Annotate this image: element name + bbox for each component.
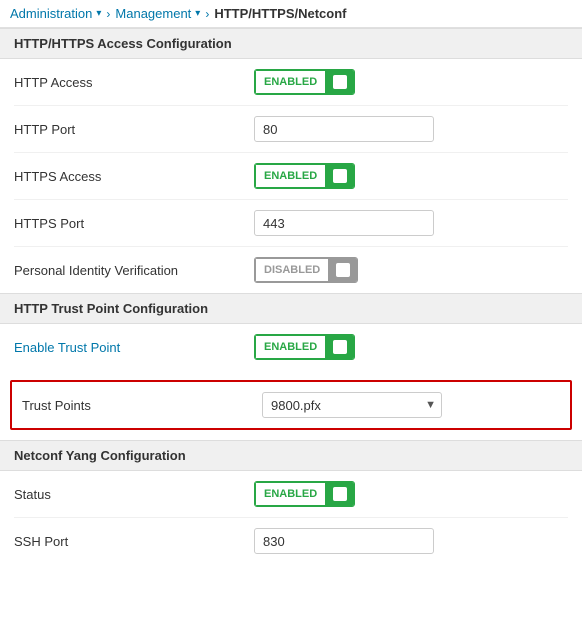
row-http-port: HTTP Port xyxy=(14,106,568,153)
toggle-status-switch[interactable] xyxy=(326,482,354,506)
toggle-status[interactable]: ENABLED xyxy=(254,481,355,507)
breadcrumb-admin-label: Administration xyxy=(10,6,92,21)
section-http-https-header: HTTP/HTTPS Access Configuration xyxy=(0,28,582,59)
row-https-port: HTTPS Port xyxy=(14,200,568,247)
input-ssh-port[interactable] xyxy=(254,528,434,554)
label-ssh-port: SSH Port xyxy=(14,534,254,549)
row-trust-points: Trust Points 9800.pfx ▼ xyxy=(10,380,572,430)
main-content: HTTP/HTTPS Access Configuration HTTP Acc… xyxy=(0,28,582,564)
breadcrumb: Administration ▾ › Management ▾ › HTTP/H… xyxy=(0,0,582,28)
toggle-http-access-inner xyxy=(333,75,347,89)
label-piv: Personal Identity Verification xyxy=(14,263,254,278)
control-status: ENABLED xyxy=(254,481,568,507)
toggle-http-access-switch[interactable] xyxy=(326,70,354,94)
label-http-access: HTTP Access xyxy=(14,75,254,90)
section-netconf-body: Status ENABLED SSH Port xyxy=(0,471,582,564)
toggle-http-access-label: ENABLED xyxy=(255,70,326,94)
section-trust-point-header: HTTP Trust Point Configuration xyxy=(0,293,582,324)
toggle-piv-inner xyxy=(336,263,350,277)
row-http-access: HTTP Access ENABLED xyxy=(14,59,568,106)
breadcrumb-management[interactable]: Management ▾ xyxy=(115,6,200,21)
toggle-enable-trust-point[interactable]: ENABLED xyxy=(254,334,355,360)
row-enable-trust-point: Enable Trust Point ENABLED xyxy=(14,324,568,370)
label-https-access: HTTPS Access xyxy=(14,169,254,184)
trust-points-container: Trust Points 9800.pfx ▼ xyxy=(0,370,582,440)
input-http-port[interactable] xyxy=(254,116,434,142)
control-trust-points: 9800.pfx ▼ xyxy=(262,392,560,418)
breadcrumb-sep-2: › xyxy=(205,7,209,21)
breadcrumb-management-label: Management xyxy=(115,6,191,21)
toggle-enable-trust-point-switch[interactable] xyxy=(326,335,354,359)
breadcrumb-admin-arrow: ▾ xyxy=(96,8,101,19)
label-trust-points: Trust Points xyxy=(22,398,262,413)
toggle-https-access-label: ENABLED xyxy=(255,164,326,188)
select-trust-points-wrapper: 9800.pfx ▼ xyxy=(262,392,442,418)
section-trust-point-body: Enable Trust Point ENABLED xyxy=(0,324,582,370)
breadcrumb-sep-1: › xyxy=(106,7,110,21)
toggle-enable-trust-point-inner xyxy=(333,340,347,354)
label-enable-trust-point: Enable Trust Point xyxy=(14,340,254,355)
section-http-https-body: HTTP Access ENABLED HTTP Port HTTPS Acce… xyxy=(0,59,582,293)
label-https-port: HTTPS Port xyxy=(14,216,254,231)
control-http-port xyxy=(254,116,568,142)
input-https-port[interactable] xyxy=(254,210,434,236)
control-http-access: ENABLED xyxy=(254,69,568,95)
control-enable-trust-point: ENABLED xyxy=(254,334,568,360)
label-http-port: HTTP Port xyxy=(14,122,254,137)
toggle-status-inner xyxy=(333,487,347,501)
toggle-piv-label: DISABLED xyxy=(255,258,329,282)
row-ssh-port: SSH Port xyxy=(14,518,568,564)
label-status: Status xyxy=(14,487,254,502)
breadcrumb-management-arrow: ▾ xyxy=(195,8,200,19)
row-piv: Personal Identity Verification DISABLED xyxy=(14,247,568,293)
control-https-port xyxy=(254,210,568,236)
control-ssh-port xyxy=(254,528,568,554)
select-trust-points[interactable]: 9800.pfx xyxy=(262,392,442,418)
row-https-access: HTTPS Access ENABLED xyxy=(14,153,568,200)
row-status: Status ENABLED xyxy=(14,471,568,518)
toggle-https-access-switch[interactable] xyxy=(326,164,354,188)
breadcrumb-current: HTTP/HTTPS/Netconf xyxy=(214,6,346,21)
toggle-http-access[interactable]: ENABLED xyxy=(254,69,355,95)
toggle-enable-trust-point-label: ENABLED xyxy=(255,335,326,359)
toggle-https-access[interactable]: ENABLED xyxy=(254,163,355,189)
toggle-status-label: ENABLED xyxy=(255,482,326,506)
toggle-https-access-inner xyxy=(333,169,347,183)
toggle-piv[interactable]: DISABLED xyxy=(254,257,358,283)
control-piv: DISABLED xyxy=(254,257,568,283)
breadcrumb-administration[interactable]: Administration ▾ xyxy=(10,6,101,21)
control-https-access: ENABLED xyxy=(254,163,568,189)
section-netconf-header: Netconf Yang Configuration xyxy=(0,440,582,471)
toggle-piv-switch[interactable] xyxy=(329,258,357,282)
